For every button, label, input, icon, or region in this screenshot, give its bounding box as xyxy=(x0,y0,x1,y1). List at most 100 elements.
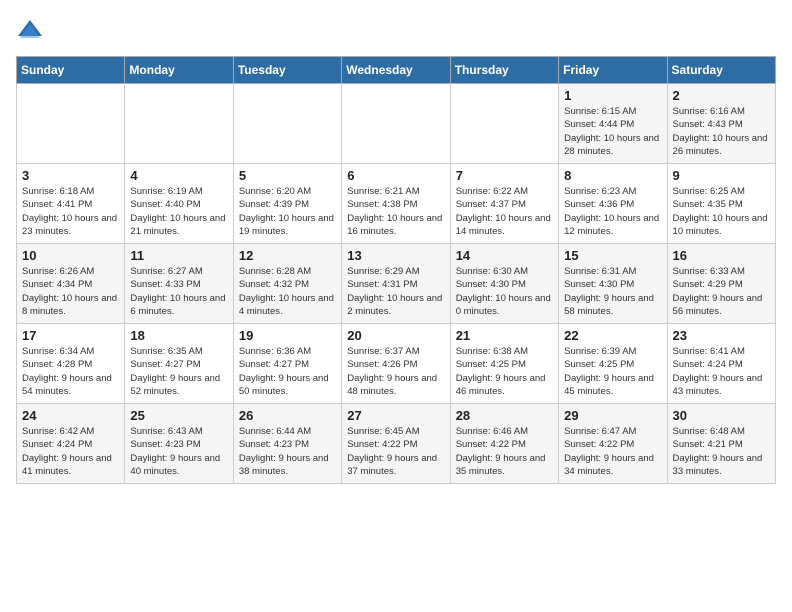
day-info: Sunrise: 6:48 AM Sunset: 4:21 PM Dayligh… xyxy=(673,425,770,478)
day-info: Sunrise: 6:15 AM Sunset: 4:44 PM Dayligh… xyxy=(564,105,661,158)
day-info: Sunrise: 6:43 AM Sunset: 4:23 PM Dayligh… xyxy=(130,425,227,478)
calendar-cell xyxy=(17,84,125,164)
calendar-cell xyxy=(342,84,450,164)
day-number: 16 xyxy=(673,248,770,263)
calendar-cell: 19 Sunrise: 6:36 AM Sunset: 4:27 PM Dayli… xyxy=(233,324,341,404)
day-number: 1 xyxy=(564,88,661,103)
calendar-cell: 10Sunrise: 6:26 AM Sunset: 4:34 PM Dayli… xyxy=(17,244,125,324)
day-info: Sunrise: 6:18 AM Sunset: 4:41 PM Dayligh… xyxy=(22,185,119,238)
day-number: 15 xyxy=(564,248,661,263)
day-info: Sunrise: 6:23 AM Sunset: 4:36 PM Dayligh… xyxy=(564,185,661,238)
calendar-cell: 27 Sunrise: 6:45 AM Sunset: 4:22 PM Dayli… xyxy=(342,404,450,484)
day-number: 28 xyxy=(456,408,553,423)
day-info: Sunrise: 6:34 AM Sunset: 4:28 PM Dayligh… xyxy=(22,345,119,398)
day-info: Sunrise: 6:38 AM Sunset: 4:25 PM Dayligh… xyxy=(456,345,553,398)
calendar-week-row: 3 Sunrise: 6:18 AM Sunset: 4:41 PM Daylig… xyxy=(17,164,776,244)
day-info: Sunrise: 6:33 AM Sunset: 4:29 PM Dayligh… xyxy=(673,265,770,318)
day-info: Sunrise: 6:45 AM Sunset: 4:22 PM Dayligh… xyxy=(347,425,444,478)
day-info: Sunrise: 6:31 AM Sunset: 4:30 PM Dayligh… xyxy=(564,265,661,318)
calendar-cell: 25 Sunrise: 6:43 AM Sunset: 4:23 PM Dayli… xyxy=(125,404,233,484)
calendar-cell xyxy=(450,84,558,164)
calendar-cell: 5 Sunrise: 6:20 AM Sunset: 4:39 PM Daylig… xyxy=(233,164,341,244)
day-info: Sunrise: 6:47 AM Sunset: 4:22 PM Dayligh… xyxy=(564,425,661,478)
day-number: 24 xyxy=(22,408,119,423)
calendar-week-row: 10Sunrise: 6:26 AM Sunset: 4:34 PM Dayli… xyxy=(17,244,776,324)
day-info: Sunrise: 6:20 AM Sunset: 4:39 PM Dayligh… xyxy=(239,185,336,238)
calendar-cell: 12Sunrise: 6:28 AM Sunset: 4:32 PM Dayli… xyxy=(233,244,341,324)
calendar-cell: 6 Sunrise: 6:21 AM Sunset: 4:38 PM Daylig… xyxy=(342,164,450,244)
calendar-cell: 21Sunrise: 6:38 AM Sunset: 4:25 PM Dayli… xyxy=(450,324,558,404)
day-number: 20 xyxy=(347,328,444,343)
day-number: 10 xyxy=(22,248,119,263)
day-number: 7 xyxy=(456,168,553,183)
day-info: Sunrise: 6:28 AM Sunset: 4:32 PM Dayligh… xyxy=(239,265,336,318)
calendar-cell: 18 Sunrise: 6:35 AM Sunset: 4:27 PM Dayli… xyxy=(125,324,233,404)
day-number: 18 xyxy=(130,328,227,343)
day-info: Sunrise: 6:16 AM Sunset: 4:43 PM Dayligh… xyxy=(673,105,770,158)
day-of-week-header: Monday xyxy=(125,57,233,84)
calendar-cell: 23 Sunrise: 6:41 AM Sunset: 4:24 PM Dayli… xyxy=(667,324,775,404)
day-number: 14 xyxy=(456,248,553,263)
calendar-cell: 15 Sunrise: 6:31 AM Sunset: 4:30 PM Dayli… xyxy=(559,244,667,324)
day-info: Sunrise: 6:46 AM Sunset: 4:22 PM Dayligh… xyxy=(456,425,553,478)
calendar-cell: 14 Sunrise: 6:30 AM Sunset: 4:30 PM Dayli… xyxy=(450,244,558,324)
day-number: 3 xyxy=(22,168,119,183)
calendar-cell: 22 Sunrise: 6:39 AM Sunset: 4:25 PM Dayli… xyxy=(559,324,667,404)
calendar-cell xyxy=(125,84,233,164)
calendar-cell: 9Sunrise: 6:25 AM Sunset: 4:35 PM Daylig… xyxy=(667,164,775,244)
calendar-cell: 26Sunrise: 6:44 AM Sunset: 4:23 PM Dayli… xyxy=(233,404,341,484)
calendar-cell: 16 Sunrise: 6:33 AM Sunset: 4:29 PM Dayli… xyxy=(667,244,775,324)
day-number: 4 xyxy=(130,168,227,183)
logo-icon xyxy=(16,16,44,44)
calendar-week-row: 17 Sunrise: 6:34 AM Sunset: 4:28 PM Dayli… xyxy=(17,324,776,404)
day-info: Sunrise: 6:37 AM Sunset: 4:26 PM Dayligh… xyxy=(347,345,444,398)
day-number: 6 xyxy=(347,168,444,183)
calendar-cell xyxy=(233,84,341,164)
day-number: 19 xyxy=(239,328,336,343)
day-number: 5 xyxy=(239,168,336,183)
day-of-week-header: Thursday xyxy=(450,57,558,84)
day-number: 22 xyxy=(564,328,661,343)
day-number: 17 xyxy=(22,328,119,343)
logo xyxy=(16,16,48,44)
day-number: 27 xyxy=(347,408,444,423)
calendar-cell: 30 Sunrise: 6:48 AM Sunset: 4:21 PM Dayli… xyxy=(667,404,775,484)
day-info: Sunrise: 6:27 AM Sunset: 4:33 PM Dayligh… xyxy=(130,265,227,318)
day-number: 11 xyxy=(130,248,227,263)
day-info: Sunrise: 6:39 AM Sunset: 4:25 PM Dayligh… xyxy=(564,345,661,398)
calendar-cell: 7 Sunrise: 6:22 AM Sunset: 4:37 PM Daylig… xyxy=(450,164,558,244)
page-header xyxy=(16,16,776,44)
day-number: 25 xyxy=(130,408,227,423)
calendar-week-row: 24 Sunrise: 6:42 AM Sunset: 4:24 PM Dayli… xyxy=(17,404,776,484)
calendar-cell: 4 Sunrise: 6:19 AM Sunset: 4:40 PM Daylig… xyxy=(125,164,233,244)
calendar-cell: 3 Sunrise: 6:18 AM Sunset: 4:41 PM Daylig… xyxy=(17,164,125,244)
day-info: Sunrise: 6:22 AM Sunset: 4:37 PM Dayligh… xyxy=(456,185,553,238)
day-of-week-header: Tuesday xyxy=(233,57,341,84)
calendar-cell: 28 Sunrise: 6:46 AM Sunset: 4:22 PM Dayli… xyxy=(450,404,558,484)
day-info: Sunrise: 6:42 AM Sunset: 4:24 PM Dayligh… xyxy=(22,425,119,478)
day-of-week-header: Wednesday xyxy=(342,57,450,84)
calendar-cell: 2 Sunrise: 6:16 AM Sunset: 4:43 PM Daylig… xyxy=(667,84,775,164)
day-of-week-header: Saturday xyxy=(667,57,775,84)
day-info: Sunrise: 6:29 AM Sunset: 4:31 PM Dayligh… xyxy=(347,265,444,318)
calendar-cell: 29Sunrise: 6:47 AM Sunset: 4:22 PM Dayli… xyxy=(559,404,667,484)
day-info: Sunrise: 6:41 AM Sunset: 4:24 PM Dayligh… xyxy=(673,345,770,398)
day-number: 8 xyxy=(564,168,661,183)
day-info: Sunrise: 6:21 AM Sunset: 4:38 PM Dayligh… xyxy=(347,185,444,238)
day-info: Sunrise: 6:36 AM Sunset: 4:27 PM Dayligh… xyxy=(239,345,336,398)
calendar-cell: 13 Sunrise: 6:29 AM Sunset: 4:31 PM Dayli… xyxy=(342,244,450,324)
calendar-table: SundayMondayTuesdayWednesdayThursdayFrid… xyxy=(16,56,776,484)
day-info: Sunrise: 6:19 AM Sunset: 4:40 PM Dayligh… xyxy=(130,185,227,238)
day-number: 30 xyxy=(673,408,770,423)
day-number: 23 xyxy=(673,328,770,343)
day-number: 13 xyxy=(347,248,444,263)
calendar-cell: 11 Sunrise: 6:27 AM Sunset: 4:33 PM Dayli… xyxy=(125,244,233,324)
calendar-cell: 24 Sunrise: 6:42 AM Sunset: 4:24 PM Dayli… xyxy=(17,404,125,484)
calendar-cell: 1 Sunrise: 6:15 AM Sunset: 4:44 PM Daylig… xyxy=(559,84,667,164)
calendar-cell: 8 Sunrise: 6:23 AM Sunset: 4:36 PM Daylig… xyxy=(559,164,667,244)
day-info: Sunrise: 6:30 AM Sunset: 4:30 PM Dayligh… xyxy=(456,265,553,318)
day-number: 9 xyxy=(673,168,770,183)
day-info: Sunrise: 6:35 AM Sunset: 4:27 PM Dayligh… xyxy=(130,345,227,398)
calendar-cell: 17 Sunrise: 6:34 AM Sunset: 4:28 PM Dayli… xyxy=(17,324,125,404)
day-number: 2 xyxy=(673,88,770,103)
